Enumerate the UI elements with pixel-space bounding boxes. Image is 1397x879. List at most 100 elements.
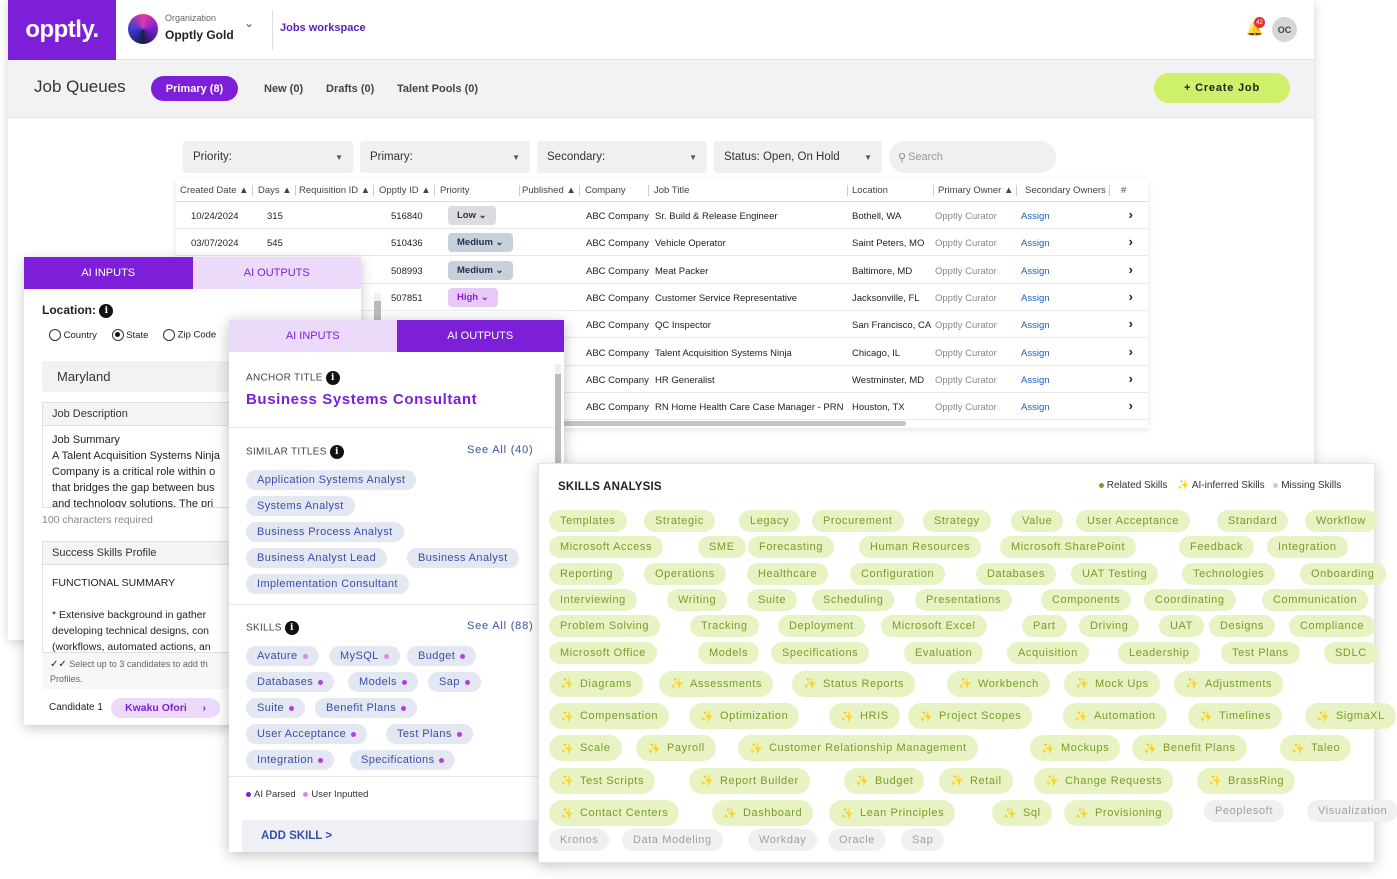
- ai-skill-chip[interactable]: ✨ Timelines: [1188, 703, 1283, 730]
- col-created-date[interactable]: Created Date ▲: [180, 185, 253, 196]
- chevron-right-icon[interactable]: ›: [1129, 398, 1133, 413]
- ai-skill-chip[interactable]: ✨ Workbench: [947, 670, 1050, 697]
- tab-new[interactable]: New (0): [264, 83, 303, 95]
- related-skill-chip[interactable]: Operations: [644, 562, 726, 585]
- col-location[interactable]: Location: [852, 185, 934, 196]
- related-skill-chip[interactable]: Legacy: [739, 510, 801, 532]
- ai-skill-chip[interactable]: ✨ Compensation: [549, 703, 670, 730]
- missing-skill-chip[interactable]: Workday: [748, 829, 818, 852]
- priority-badge[interactable]: Low ⌄: [448, 206, 496, 225]
- info-icon[interactable]: i: [329, 445, 344, 459]
- related-skill-chip[interactable]: Standard: [1217, 510, 1289, 532]
- related-skill-chip[interactable]: SDLC: [1324, 641, 1378, 664]
- skill-chip[interactable]: Models: [348, 672, 418, 692]
- related-skill-chip[interactable]: Scheduling: [812, 588, 895, 611]
- ai-skill-chip[interactable]: ✨ Mockups: [1030, 735, 1121, 762]
- skill-chip[interactable]: User Acceptance: [246, 724, 368, 744]
- related-skill-chip[interactable]: Human Resources: [859, 536, 982, 559]
- col-secondary-owners[interactable]: Secondary Owners: [1025, 185, 1110, 196]
- related-skill-chip[interactable]: Strategic: [644, 510, 715, 532]
- skill-chip[interactable]: Sap: [428, 672, 481, 692]
- ai-skill-chip[interactable]: ✨ Project Scopes: [908, 703, 1033, 730]
- chevron-right-icon[interactable]: ›: [1129, 207, 1133, 222]
- tab-ai-inputs[interactable]: AI INPUTS: [24, 257, 193, 289]
- chevron-right-icon[interactable]: ›: [1129, 262, 1133, 277]
- cell-secondary-owners[interactable]: Assign: [1021, 266, 1050, 277]
- info-icon[interactable]: i: [325, 371, 340, 385]
- ai-skill-chip[interactable]: ✨ Diagrams: [549, 670, 643, 697]
- similar-title-chip[interactable]: Application Systems Analyst: [246, 470, 417, 490]
- related-skill-chip[interactable]: Microsoft SharePoint: [1000, 536, 1137, 559]
- ai-skill-chip[interactable]: ✨ Dashboard: [712, 800, 814, 826]
- info-icon[interactable]: i: [99, 303, 114, 318]
- skills-see-all-link[interactable]: See All (88): [467, 620, 533, 632]
- missing-skill-chip[interactable]: Kronos: [549, 829, 610, 852]
- chevron-right-icon[interactable]: ›: [1129, 234, 1133, 249]
- skill-chip[interactable]: Budget: [407, 646, 477, 666]
- related-skill-chip[interactable]: Communication: [1262, 588, 1369, 611]
- ai-skill-chip[interactable]: ✨ Payroll: [636, 735, 716, 762]
- col-opptly-id[interactable]: Opptly ID ▲: [379, 185, 435, 196]
- skill-chip[interactable]: Integration: [246, 750, 335, 770]
- similar-title-chip[interactable]: Business Process Analyst: [246, 522, 404, 542]
- radio-state[interactable]: [111, 329, 124, 341]
- related-skill-chip[interactable]: Reporting: [549, 562, 625, 585]
- related-skill-chip[interactable]: Procurement: [812, 510, 904, 532]
- info-icon[interactable]: i: [284, 621, 299, 635]
- table-row[interactable]: 10/24/2024 315 516840 ABC Company Sr. Build …: [176, 202, 1148, 229]
- related-skill-chip[interactable]: Part: [1022, 615, 1067, 638]
- col-published[interactable]: Published ▲: [522, 185, 580, 196]
- related-skill-chip[interactable]: Specifications: [771, 641, 870, 664]
- ai-skill-chip[interactable]: ✨ Assessments: [659, 670, 774, 697]
- related-skill-chip[interactable]: Compliance: [1289, 615, 1376, 638]
- skill-chip[interactable]: Benefit Plans: [315, 698, 418, 718]
- ai-skill-chip[interactable]: ✨ Optimization: [689, 703, 800, 730]
- related-skill-chip[interactable]: Deployment: [778, 615, 865, 638]
- related-skill-chip[interactable]: Feedback: [1179, 536, 1255, 559]
- priority-badge[interactable]: High ⌄: [448, 287, 498, 307]
- secondary-filter[interactable]: Secondary: ▼: [537, 141, 707, 173]
- related-skill-chip[interactable]: Microsoft Access: [549, 536, 664, 559]
- ai-skill-chip[interactable]: ✨ Status Reports: [792, 670, 916, 697]
- create-job-button[interactable]: + Create Job: [1154, 73, 1290, 103]
- ai-skill-chip[interactable]: ✨ SigmaXL: [1305, 703, 1396, 730]
- cell-secondary-owners[interactable]: Assign: [1021, 211, 1050, 222]
- ai-skill-chip[interactable]: ✨ Adjustments: [1174, 670, 1284, 697]
- horizontal-scrollbar[interactable]: [521, 421, 906, 426]
- org-name[interactable]: Opptly Gold: [165, 28, 234, 42]
- status-filter[interactable]: Status: Open, On Hold ▼: [714, 141, 882, 173]
- similar-title-chip[interactable]: Business Analyst: [407, 548, 519, 568]
- col-company[interactable]: Company: [585, 185, 649, 196]
- org-avatar[interactable]: [128, 14, 158, 44]
- workspace-link[interactable]: Jobs workspace: [280, 22, 366, 34]
- user-avatar[interactable]: OC: [1272, 17, 1297, 42]
- similar-title-chip[interactable]: Systems Analyst: [246, 496, 355, 516]
- related-skill-chip[interactable]: Writing: [667, 588, 728, 611]
- related-skill-chip[interactable]: Healthcare: [747, 562, 829, 585]
- similar-title-chip[interactable]: Business Analyst Lead: [246, 548, 388, 568]
- add-skill-button[interactable]: ADD SKILL >: [242, 820, 557, 852]
- related-skill-chip[interactable]: Technologies: [1182, 562, 1276, 585]
- related-skill-chip[interactable]: User Acceptance: [1076, 510, 1191, 532]
- ai-skill-chip[interactable]: ✨ HRIS: [829, 703, 900, 730]
- skill-chip[interactable]: Test Plans: [386, 724, 473, 744]
- cell-secondary-owners[interactable]: Assign: [1021, 402, 1050, 413]
- missing-skill-chip[interactable]: Peoplesoft: [1204, 800, 1284, 822]
- related-skill-chip[interactable]: UAT Testing: [1071, 562, 1159, 585]
- opptly-logo[interactable]: opptly.: [8, 0, 116, 60]
- related-skill-chip[interactable]: Onboarding: [1300, 562, 1386, 585]
- chevron-right-icon[interactable]: ›: [1129, 344, 1133, 359]
- related-skill-chip[interactable]: UAT: [1159, 615, 1204, 638]
- table-row[interactable]: 03/07/2024 545 510436 ABC Company Vehicle Op…: [176, 229, 1148, 257]
- tab-ai-outputs[interactable]: AI OUTPUTS: [396, 320, 564, 352]
- chevron-right-icon[interactable]: ›: [1129, 289, 1133, 304]
- ai-skill-chip[interactable]: ✨ Retail: [939, 767, 1013, 794]
- related-skill-chip[interactable]: Models: [698, 641, 760, 664]
- ai-skill-chip[interactable]: ✨ Test Scripts: [549, 767, 656, 794]
- priority-badge[interactable]: Medium ⌄: [448, 233, 513, 253]
- related-skill-chip[interactable]: Problem Solving: [549, 615, 661, 638]
- ai-skill-chip[interactable]: ✨ Automation: [1063, 703, 1167, 730]
- related-skill-chip[interactable]: Test Plans: [1221, 641, 1300, 664]
- related-skill-chip[interactable]: Coordinating: [1144, 588, 1236, 611]
- ai-skill-chip[interactable]: ✨ Lean Principles: [829, 800, 956, 826]
